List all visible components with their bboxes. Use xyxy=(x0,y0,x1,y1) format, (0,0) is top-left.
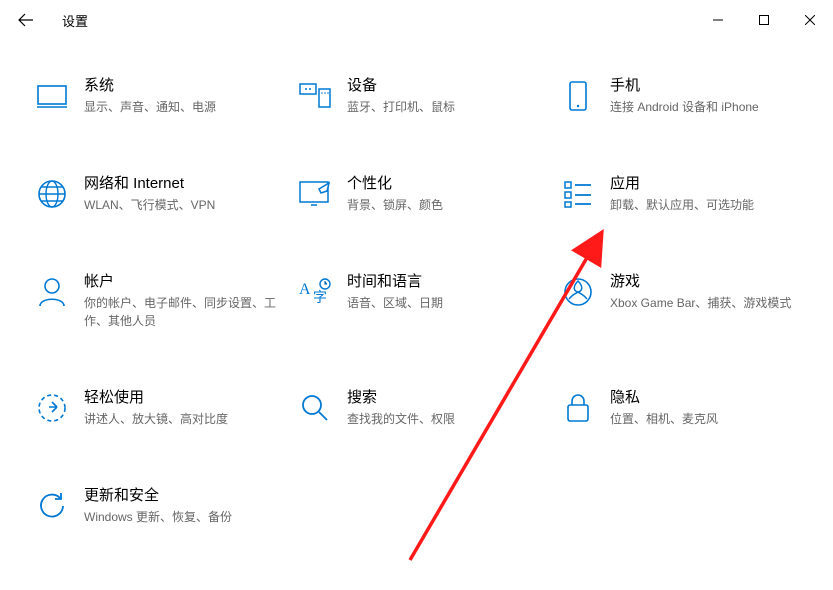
category-gaming[interactable]: 游戏 Xbox Game Bar、捕获、游戏模式 xyxy=(560,272,823,330)
category-desc: 讲述人、放大镜、高对比度 xyxy=(84,410,228,428)
category-update-security[interactable]: 更新和安全 Windows 更新、恢复、备份 xyxy=(34,486,297,526)
apps-icon xyxy=(560,176,596,212)
maximize-icon xyxy=(759,15,769,25)
svg-text:A: A xyxy=(299,281,311,298)
category-title: 隐私 xyxy=(610,388,718,408)
category-desc: WLAN、飞行模式、VPN xyxy=(84,196,215,214)
system-icon xyxy=(34,78,70,114)
category-desc: Windows 更新、恢复、备份 xyxy=(84,508,232,526)
maximize-button[interactable] xyxy=(741,4,787,36)
category-desc: 查找我的文件、权限 xyxy=(347,410,455,428)
category-desc: 语音、区域、日期 xyxy=(347,294,443,312)
category-privacy[interactable]: 隐私 位置、相机、麦克风 xyxy=(560,388,823,428)
back-arrow-icon xyxy=(18,12,34,28)
close-icon xyxy=(805,15,815,25)
category-ease-of-access[interactable]: 轻松使用 讲述人、放大镜、高对比度 xyxy=(34,388,297,428)
close-button[interactable] xyxy=(787,4,833,36)
minimize-button[interactable] xyxy=(695,4,741,36)
category-accounts[interactable]: 帐户 你的帐户、电子邮件、同步设置、工作、其他人员 xyxy=(34,272,297,330)
category-title: 应用 xyxy=(610,174,754,194)
update-icon xyxy=(34,488,70,524)
personalization-icon xyxy=(297,176,333,212)
category-desc: 显示、声音、通知、电源 xyxy=(84,98,216,116)
category-title: 手机 xyxy=(610,76,759,96)
gaming-icon xyxy=(560,274,596,310)
category-title: 网络和 Internet xyxy=(84,174,215,194)
category-desc: 连接 Android 设备和 iPhone xyxy=(610,98,759,116)
category-network[interactable]: 网络和 Internet WLAN、飞行模式、VPN xyxy=(34,174,297,214)
category-title: 帐户 xyxy=(84,272,277,292)
window-title: 设置 xyxy=(62,11,88,30)
category-system[interactable]: 系统 显示、声音、通知、电源 xyxy=(34,76,297,116)
category-title: 更新和安全 xyxy=(84,486,232,506)
category-phone[interactable]: 手机 连接 Android 设备和 iPhone xyxy=(560,76,823,116)
titlebar: 设置 xyxy=(0,0,833,40)
category-title: 游戏 xyxy=(610,272,791,292)
category-title: 时间和语言 xyxy=(347,272,443,292)
category-title: 系统 xyxy=(84,76,216,96)
category-desc: 你的帐户、电子邮件、同步设置、工作、其他人员 xyxy=(84,294,277,330)
minimize-icon xyxy=(713,15,723,25)
phone-icon xyxy=(560,78,596,114)
category-devices[interactable]: 设备 蓝牙、打印机、鼠标 xyxy=(297,76,560,116)
window-controls xyxy=(695,4,833,36)
privacy-icon xyxy=(560,390,596,426)
category-title: 搜索 xyxy=(347,388,455,408)
category-search[interactable]: 搜索 查找我的文件、权限 xyxy=(297,388,560,428)
category-desc: 蓝牙、打印机、鼠标 xyxy=(347,98,455,116)
back-button[interactable] xyxy=(8,2,44,38)
accounts-icon xyxy=(34,274,70,310)
category-title: 设备 xyxy=(347,76,455,96)
search-icon xyxy=(297,390,333,426)
category-time-language[interactable]: A字 时间和语言 语音、区域、日期 xyxy=(297,272,560,330)
category-desc: 背景、锁屏、颜色 xyxy=(347,196,443,214)
devices-icon xyxy=(297,78,333,114)
category-desc: Xbox Game Bar、捕获、游戏模式 xyxy=(610,294,791,312)
time-language-icon: A字 xyxy=(297,274,333,310)
svg-text:字: 字 xyxy=(313,289,327,305)
category-desc: 位置、相机、麦克风 xyxy=(610,410,718,428)
globe-icon xyxy=(34,176,70,212)
category-title: 个性化 xyxy=(347,174,443,194)
category-personalization[interactable]: 个性化 背景、锁屏、颜色 xyxy=(297,174,560,214)
category-apps[interactable]: 应用 卸载、默认应用、可选功能 xyxy=(560,174,823,214)
category-desc: 卸载、默认应用、可选功能 xyxy=(610,196,754,214)
category-title: 轻松使用 xyxy=(84,388,228,408)
settings-grid: 系统 显示、声音、通知、电源 设备 蓝牙、打印机、鼠标 手机 连接 Androi… xyxy=(0,40,833,526)
ease-icon xyxy=(34,390,70,426)
